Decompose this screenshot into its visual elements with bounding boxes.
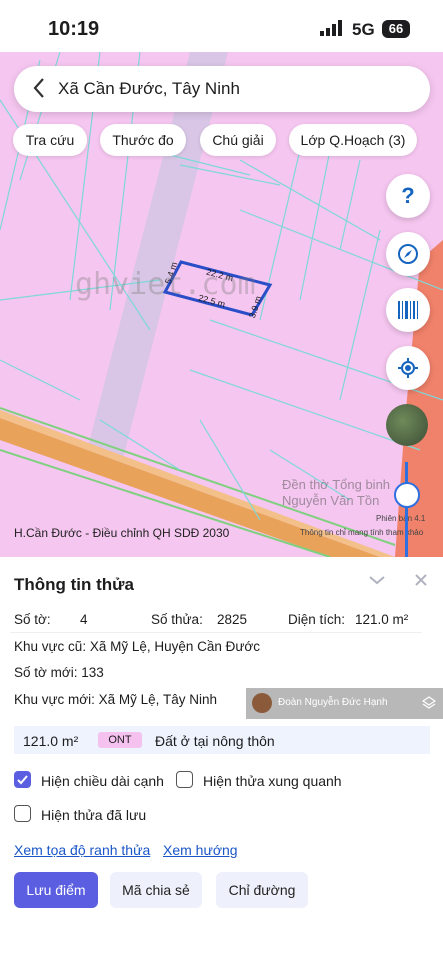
signal-icon xyxy=(320,20,342,36)
checkbox-show-neighbors[interactable] xyxy=(176,771,193,788)
help-icon[interactable]: ? xyxy=(386,174,430,218)
close-icon[interactable] xyxy=(414,573,428,587)
search-title: Xã Cần Đước, Tây Ninh xyxy=(58,79,240,98)
layers-icon xyxy=(422,696,436,709)
land-use-area: 121.0 m² xyxy=(23,733,79,749)
status-time: 10:19 xyxy=(48,18,100,40)
khu-vuc-cu: Khu vực cũ: Xã Mỹ Lệ, Huyện Cần Đước xyxy=(14,639,261,654)
chip-thuoc-do[interactable]: Thước đo xyxy=(100,124,186,156)
directions-button[interactable]: Chỉ đường xyxy=(216,872,308,908)
check-icon xyxy=(17,775,28,785)
version-label: Phiên bản 4.1 xyxy=(376,514,426,523)
so-to-value: 4 xyxy=(80,612,88,627)
network-type: 5G xyxy=(352,20,375,39)
user-overlay: Đoàn Nguyễn Đức Hạnh xyxy=(246,688,443,719)
save-point-button[interactable]: Lưu điểm xyxy=(14,872,98,908)
so-to-label: Số tờ: xyxy=(14,612,51,627)
back-icon[interactable] xyxy=(32,76,46,100)
barcode-icon[interactable] xyxy=(386,288,430,332)
chip-chu-giai[interactable]: Chú giải xyxy=(200,124,276,156)
label-show-neighbors: Hiện thửa xung quanh xyxy=(203,773,342,789)
dien-tich-value: 121.0 m² xyxy=(355,612,409,627)
satellite-thumbnail[interactable] xyxy=(386,404,428,446)
zoom-slider-track[interactable] xyxy=(405,462,408,557)
label-show-edge-length: Hiện chiều dài cạnh xyxy=(41,773,164,789)
share-code-button[interactable]: Mã chia sẻ xyxy=(110,872,202,908)
status-bar: 10:19 5G 66 xyxy=(0,0,443,52)
so-thua-value: 2825 xyxy=(217,612,248,627)
chip-lop-quy-hoach[interactable]: Lớp Q.Hoạch (3) xyxy=(289,124,417,156)
so-thua-label: Số thửa: xyxy=(151,612,203,627)
locate-icon[interactable] xyxy=(386,346,430,390)
land-use-code: ONT xyxy=(98,732,142,748)
overlay-user-name: Đoàn Nguyễn Đức Hạnh xyxy=(278,697,388,708)
label-show-saved: Hiện thửa đã lưu xyxy=(41,807,147,823)
checkbox-show-edge-length[interactable] xyxy=(14,771,31,788)
panel-title: Thông tin thửa xyxy=(14,575,134,594)
chip-tra-cuu[interactable]: Tra cứu xyxy=(13,124,87,156)
dien-tich-label: Diện tích: xyxy=(288,612,346,627)
link-view-coordinates[interactable]: Xem tọa độ ranh thửa xyxy=(14,842,150,858)
search-bar[interactable]: Xã Cần Đước, Tây Ninh xyxy=(14,66,430,112)
so-to-moi: Số tờ mới: 133 xyxy=(14,665,104,680)
collapse-icon[interactable] xyxy=(368,574,386,586)
divider xyxy=(10,632,422,633)
plan-label: H.Cần Đước - Điều chỉnh QH SDĐ 2030 xyxy=(14,526,230,540)
checkbox-show-saved[interactable] xyxy=(14,805,31,822)
khu-vuc-moi: Khu vực mới: Xã Mỹ Lệ, Tây Ninh xyxy=(14,692,217,707)
zoom-slider-thumb[interactable] xyxy=(394,482,420,508)
land-use-desc: Đất ở tại nông thôn xyxy=(155,733,275,749)
avatar xyxy=(252,693,272,713)
link-view-direction[interactable]: Xem hướng xyxy=(163,842,238,858)
battery-icon: 66 xyxy=(382,20,410,38)
watermark: ghviet.com xyxy=(75,267,256,302)
compass-icon[interactable] xyxy=(386,232,430,276)
